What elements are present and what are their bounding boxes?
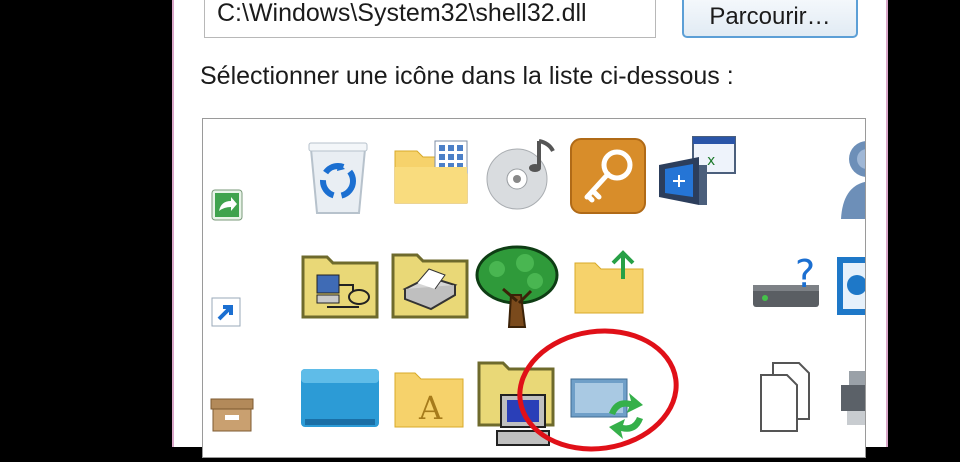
- tree-icon[interactable]: [473, 245, 561, 329]
- monitor-icon[interactable]: [835, 255, 866, 317]
- folder-up-arrow-icon[interactable]: [573, 249, 645, 315]
- folder-grid-icon[interactable]: [393, 139, 469, 205]
- user-icon[interactable]: [831, 135, 866, 219]
- printer-folder-icon[interactable]: [389, 249, 471, 321]
- key-icon[interactable]: [569, 137, 647, 215]
- blue-drive-icon[interactable]: [299, 367, 381, 431]
- archive-box-icon[interactable]: [209, 397, 255, 433]
- browse-button[interactable]: Parcourir…: [682, 0, 858, 38]
- shortcut-arrow-icon[interactable]: [211, 297, 241, 327]
- select-icon-label: Sélectionner une icône dans la liste ci-…: [200, 62, 734, 90]
- font-folder-icon[interactable]: A: [393, 367, 465, 429]
- printer-icon[interactable]: [839, 369, 866, 427]
- network-folder-icon[interactable]: [299, 251, 381, 321]
- computer-window-icon[interactable]: x: [655, 135, 739, 215]
- documents-icon[interactable]: [759, 361, 811, 433]
- svg-text:x: x: [707, 153, 715, 169]
- cd-audio-icon[interactable]: [483, 137, 559, 213]
- svg-text:A: A: [418, 389, 443, 427]
- shortcut-overlay-icon[interactable]: [211, 189, 243, 221]
- icon-file-path-input[interactable]: C:\Windows\System32\shell32.dll: [204, 0, 656, 38]
- svg-text:?: ?: [795, 253, 815, 296]
- recycle-bin-icon[interactable]: [307, 139, 369, 217]
- drive-help-icon[interactable]: ?: [751, 253, 827, 309]
